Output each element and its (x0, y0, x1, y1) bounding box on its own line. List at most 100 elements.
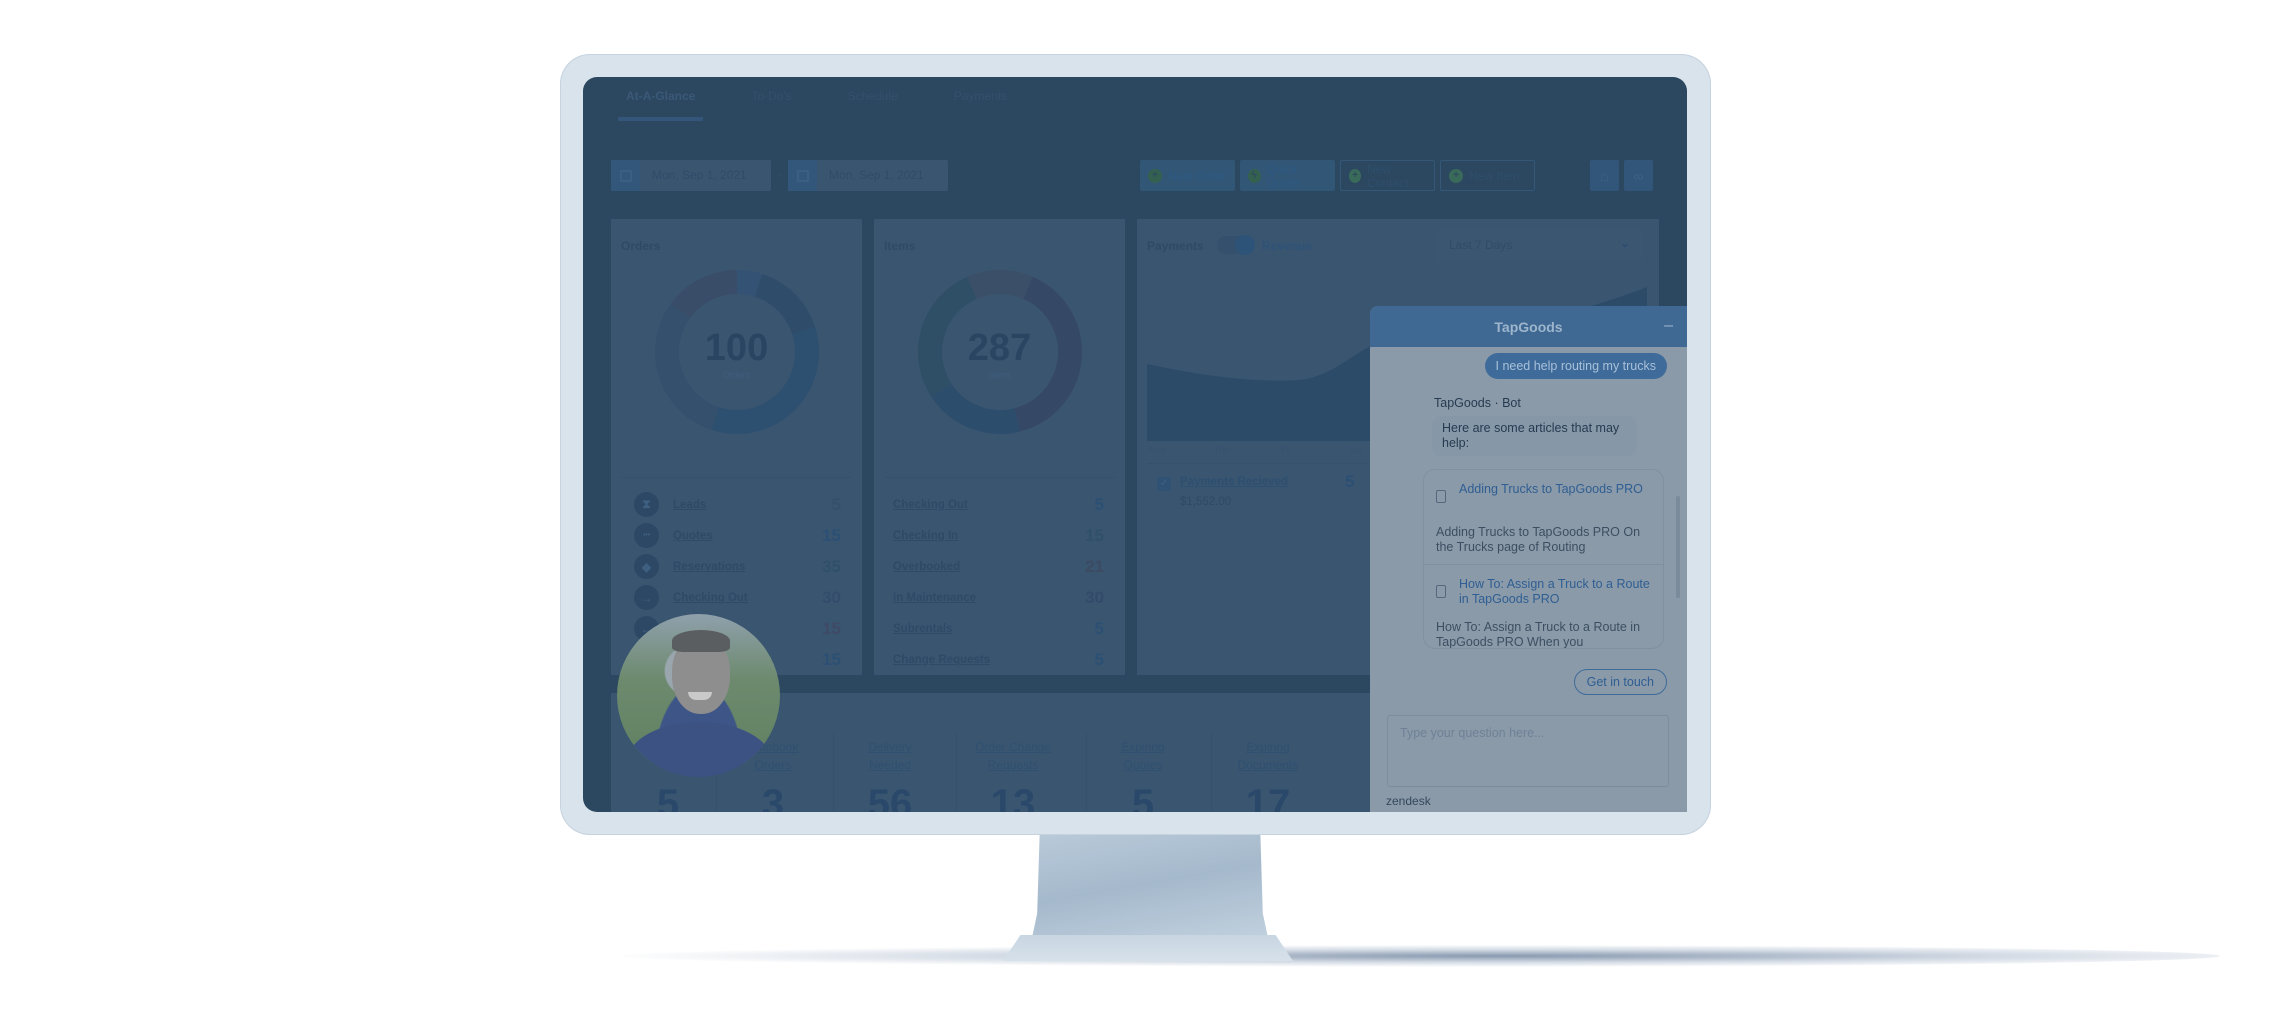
kpi-tile[interactable]: Expiring Documents 17 (1213, 738, 1323, 812)
orders-status-label[interactable]: Checking Out (673, 592, 748, 604)
items-status-label[interactable]: In Maintenance (893, 592, 976, 604)
tab-todos[interactable]: To-Do's (743, 85, 799, 115)
orders-status-label[interactable]: Quotes (673, 530, 713, 542)
kpi-value: 56 (867, 782, 913, 812)
items-status-row[interactable]: Change Requests 5 (874, 644, 1125, 675)
article-title[interactable]: Adding Trucks to TapGoods PRO (1459, 482, 1653, 497)
calendar-icon (788, 160, 817, 191)
items-status-row[interactable]: Subrentals 5 (874, 613, 1125, 644)
date-range-select[interactable]: Last 7 Days ⌄ (1437, 229, 1642, 261)
donut-segment-quotes (754, 274, 815, 335)
chat-header: TapGoods – (1370, 306, 1687, 347)
items-status-row[interactable]: Checking Out 5 (874, 489, 1125, 520)
minimize-icon[interactable]: – (1664, 317, 1673, 335)
storefront-button[interactable]: ⌂ (1590, 160, 1619, 191)
items-total-label: Items (988, 370, 1011, 380)
kpi-label[interactable]: Order Change Requests (958, 738, 1068, 776)
monitor-stand-neck (1030, 835, 1270, 947)
get-in-touch-button[interactable]: Get in touch (1573, 669, 1667, 695)
orders-status-label[interactable]: Reservations (673, 561, 745, 573)
items-status-label[interactable]: Subrentals (893, 623, 952, 635)
checkbox-icon: ✓ (1157, 477, 1171, 491)
bot-message: Here are some articles that may help: (1432, 416, 1637, 456)
orders-status-row[interactable]: ••• Quotes 15 (611, 520, 862, 551)
zendesk-branding: zendesk (1386, 794, 1431, 808)
items-status-row[interactable]: Overbooked 21 (874, 551, 1125, 582)
article-item[interactable]: How To: Assign a Truck to a Route in Tap… (1424, 565, 1663, 648)
orders-card-title: Orders (621, 239, 661, 253)
donut-segment-leads (736, 270, 763, 297)
items-status-row[interactable]: In Maintenance 30 (874, 582, 1125, 613)
quick-quote-label: Quick Quote (1266, 161, 1300, 190)
document-icon (1436, 585, 1446, 598)
x-axis-label: Thu (1214, 445, 1230, 455)
new-item-label: New Item (1469, 168, 1520, 183)
items-status-count: 5 (1094, 494, 1104, 514)
new-order-button[interactable]: + New Order (1140, 160, 1235, 191)
kpi-tile[interactable]: Delivery Needed 56 (835, 738, 945, 812)
monitor-mockup-scene: At-A-Glance To-Do's Schedule Payments Mo… (0, 0, 2275, 1019)
tab-at-a-glance[interactable]: At-A-Glance (618, 85, 704, 121)
avatar-shirt (627, 722, 772, 777)
orders-status-count: 5 (831, 494, 841, 514)
kpi-label[interactable]: Delivery Needed (835, 738, 945, 776)
items-status-row[interactable]: Checking In 15 (874, 520, 1125, 551)
revenue-label: Revenue (1262, 239, 1313, 253)
kpi-label[interactable]: Expiring Quotes (1088, 738, 1198, 776)
arrow-right-icon: → (634, 585, 659, 610)
connect-button[interactable]: ∞ (1624, 160, 1653, 191)
items-status-label[interactable]: Checking Out (893, 499, 968, 511)
quick-quote-button[interactable]: ϟ Quick Quote (1240, 160, 1335, 191)
orders-card: Orders 100 Orders ⧗ Leads 5 ••• Quotes 15 ◆ Res… (611, 219, 862, 675)
support-agent-avatar (617, 614, 780, 777)
donut-segment-checking-out (999, 270, 1033, 300)
kpi-value: 3 (761, 782, 785, 812)
document-icon (1436, 490, 1446, 503)
items-card-title: Items (884, 239, 916, 253)
orders-status-row[interactable]: ⧗ Leads 5 (611, 489, 862, 520)
date-range-value: Last 7 Days (1449, 238, 1513, 252)
chat-question-input[interactable] (1387, 715, 1669, 787)
orders-status-count: 15 (822, 525, 841, 545)
tab-schedule[interactable]: Schedule (840, 85, 906, 115)
new-contact-label: New Contact (1367, 161, 1409, 190)
plus-circle-icon: + (1449, 168, 1463, 183)
article-item[interactable]: Adding Trucks to TapGoods PRO Adding Tru… (1424, 470, 1663, 565)
kpi-tile[interactable]: Order Change Requests 13 (958, 738, 1068, 812)
end-date-field[interactable]: Mon, Sep 1, 2021 (788, 160, 948, 191)
start-date-field[interactable]: Mon, Sep 1, 2021 (611, 160, 771, 191)
kpi-label[interactable]: Expiring Documents (1213, 738, 1323, 776)
items-card: Items 287 Items Checking Out 5 Checking In… (874, 219, 1125, 675)
hourglass-icon: ⧗ (634, 492, 659, 517)
kpi-value: 13 (990, 782, 1036, 812)
user-message: I need help routing my trucks (1484, 353, 1667, 379)
orders-status-row[interactable]: ◆ Reservations 35 (611, 551, 862, 582)
new-order-label: New Order (1168, 168, 1227, 183)
new-contact-button[interactable]: + New Contact (1340, 160, 1435, 191)
orders-total-label: Orders (722, 370, 751, 380)
monitor-stand-base (1003, 935, 1293, 961)
storefront-icon: ⌂ (1600, 167, 1609, 184)
payments-received-link[interactable]: Payments Recieved (1180, 476, 1288, 488)
items-status-label[interactable]: Checking In (893, 530, 958, 542)
article-title[interactable]: How To: Assign a Truck to a Route in Tap… (1459, 577, 1653, 607)
kpi-value: 5 (656, 782, 680, 812)
orders-status-count: 15 (822, 618, 841, 638)
infinity-icon: ∞ (1633, 167, 1644, 184)
kpi-divider (833, 733, 834, 812)
chat-scrollbar[interactable] (1676, 496, 1680, 598)
end-date-value: Mon, Sep 1, 2021 (829, 168, 924, 182)
x-axis-label: Sat (1348, 445, 1362, 455)
x-axis-label: Fri (1281, 445, 1292, 455)
orders-status-label[interactable]: Leads (673, 499, 706, 511)
orders-status-row[interactable]: → Checking Out 30 (611, 582, 862, 613)
items-status-count: 15 (1085, 525, 1104, 545)
tab-payments[interactable]: Payments (946, 85, 1015, 115)
new-item-button[interactable]: + New Item (1440, 160, 1535, 191)
donut-segment-checking-in (670, 270, 738, 319)
orders-status-count: 35 (822, 556, 841, 576)
items-status-label[interactable]: Change Requests (893, 654, 990, 666)
items-status-label[interactable]: Overbooked (893, 561, 960, 573)
payments-revenue-toggle[interactable] (1217, 235, 1255, 255)
kpi-tile[interactable]: Expiring Quotes 5 (1088, 738, 1198, 812)
